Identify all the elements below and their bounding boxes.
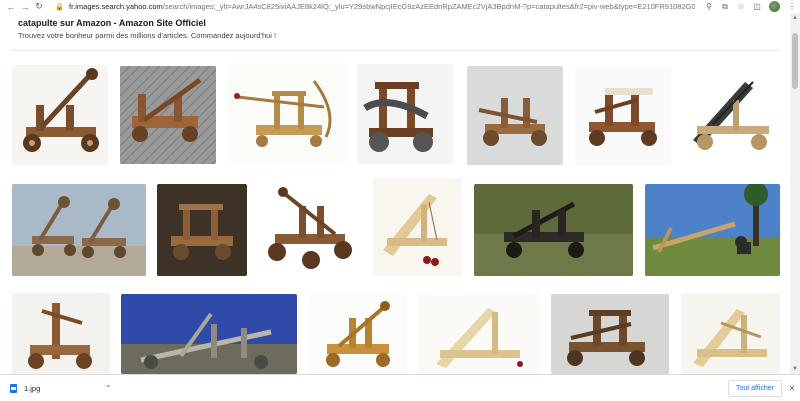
image-thumbnail[interactable] bbox=[551, 294, 669, 374]
profile-avatar[interactable] bbox=[769, 1, 780, 12]
ad-description: Trouvez votre bonheur parmi des millions… bbox=[18, 31, 277, 40]
image-thumbnail[interactable] bbox=[120, 66, 216, 164]
image-thumbnail[interactable] bbox=[157, 184, 247, 276]
page-scrollbar[interactable]: ▲ ▼ bbox=[790, 13, 800, 374]
browser-window: ← → ↻ 🔒 fr.images.search.yahoo.com/searc… bbox=[0, 0, 800, 401]
sponsored-result: catapulte sur Amazon - Amazon Site Offic… bbox=[18, 18, 758, 41]
scroll-up-arrow-icon[interactable]: ▲ bbox=[790, 13, 800, 23]
image-thumbnail[interactable] bbox=[259, 178, 361, 276]
image-thumbnail[interactable] bbox=[645, 184, 780, 276]
back-arrow-icon[interactable]: ← bbox=[4, 0, 18, 13]
scrollbar-thumb[interactable] bbox=[792, 33, 798, 89]
bookmark-star-icon[interactable]: ☆ bbox=[733, 0, 749, 13]
image-thumbnail[interactable] bbox=[12, 293, 110, 374]
scroll-down-arrow-icon[interactable]: ▼ bbox=[790, 364, 800, 374]
reload-icon[interactable]: ↻ bbox=[32, 0, 46, 13]
image-thumbnail[interactable] bbox=[683, 64, 779, 163]
browser-toolbar: ← → ↻ 🔒 fr.images.search.yahoo.com/searc… bbox=[0, 0, 800, 13]
image-thumbnail[interactable] bbox=[373, 178, 462, 276]
url-path: /search/images;_ylt=AwrJA4sC825iviAAJE8k… bbox=[162, 2, 695, 11]
image-thumbnail[interactable] bbox=[12, 65, 108, 165]
image-thumbnail[interactable] bbox=[228, 63, 347, 163]
url-host: fr.images.search.yahoo.com bbox=[69, 2, 163, 11]
image-thumbnail[interactable] bbox=[474, 184, 633, 276]
forward-arrow-icon[interactable]: → bbox=[18, 0, 32, 13]
ad-title-link[interactable]: catapulte sur Amazon - Amazon Site Offic… bbox=[18, 18, 758, 29]
image-thumbnail[interactable] bbox=[309, 294, 407, 374]
image-thumbnail[interactable] bbox=[681, 293, 780, 374]
share-icon[interactable]: ⧉ bbox=[717, 0, 733, 13]
download-item[interactable]: 1.jpg bbox=[10, 381, 40, 396]
image-thumbnail[interactable] bbox=[467, 66, 563, 165]
lock-icon[interactable]: 🔒 bbox=[55, 3, 64, 11]
show-all-button[interactable]: Tout afficher bbox=[728, 380, 782, 397]
divider bbox=[10, 50, 780, 51]
close-icon[interactable]: ✕ bbox=[786, 380, 798, 397]
chevron-up-icon[interactable]: ⌃ bbox=[105, 381, 112, 396]
image-thumbnail[interactable] bbox=[357, 64, 453, 164]
menu-dots-icon[interactable]: ⋮ bbox=[784, 0, 800, 13]
address-bar[interactable]: 🔒 fr.images.search.yahoo.com/search/imag… bbox=[55, 1, 695, 12]
toolbar-actions: ⚲ ⧉ ☆ ◫ ⋮ bbox=[701, 0, 800, 13]
side-panel-icon[interactable]: ◫ bbox=[749, 0, 765, 13]
image-thumbnail[interactable] bbox=[12, 184, 146, 276]
download-shelf: 1.jpg ⌃ Tout afficher ✕ bbox=[0, 374, 800, 401]
image-thumbnail[interactable] bbox=[418, 294, 540, 374]
image-file-icon bbox=[10, 384, 17, 393]
image-thumbnail[interactable] bbox=[575, 66, 671, 165]
download-file-name: 1.jpg bbox=[24, 384, 41, 393]
zoom-icon[interactable]: ⚲ bbox=[701, 0, 717, 13]
image-thumbnail[interactable] bbox=[121, 294, 297, 374]
